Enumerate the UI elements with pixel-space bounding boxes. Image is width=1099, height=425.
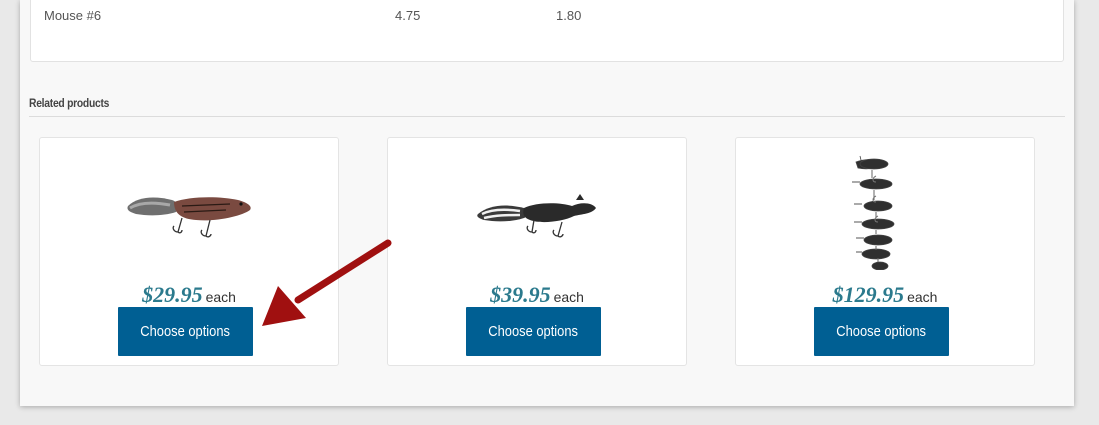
price-unit: each (553, 289, 584, 305)
product-card: $129.95 each Choose options (735, 137, 1035, 366)
mouse-lure-set-icon[interactable] (816, 152, 956, 270)
related-products-divider (29, 116, 1065, 117)
price-row: $39.95 each (388, 282, 686, 308)
price-row: $29.95 each (40, 282, 338, 308)
choose-options-label: Choose options (140, 323, 231, 340)
squirrel-lure-black-icon[interactable] (468, 152, 608, 270)
table-cell-value-2: 1.80 (556, 8, 582, 23)
product-card: $29.95 each Choose options (39, 137, 339, 366)
choose-options-button[interactable]: Choose options (814, 307, 949, 356)
squirrel-lure-brown-icon[interactable] (120, 152, 260, 270)
variations-table: Mouse #6 4.75 1.80 (30, 0, 1064, 62)
product-price: $129.95 (832, 282, 905, 307)
choose-options-button[interactable]: Choose options (466, 307, 601, 356)
choose-options-label: Choose options (488, 323, 579, 340)
table-cell-value-1: 4.75 (395, 8, 421, 23)
price-unit: each (205, 289, 236, 305)
product-price: $39.95 (490, 282, 551, 307)
related-products-title: Related products (29, 96, 110, 110)
table-cell-name: Mouse #6 (44, 8, 102, 23)
choose-options-label: Choose options (836, 323, 927, 340)
price-unit: each (907, 289, 938, 305)
price-row: $129.95 each (736, 282, 1034, 308)
page-content: Mouse #6 4.75 1.80 Related products $29.… (20, 0, 1074, 406)
product-price: $29.95 (142, 282, 203, 307)
product-card: $39.95 each Choose options (387, 137, 687, 366)
choose-options-button[interactable]: Choose options (118, 307, 253, 356)
